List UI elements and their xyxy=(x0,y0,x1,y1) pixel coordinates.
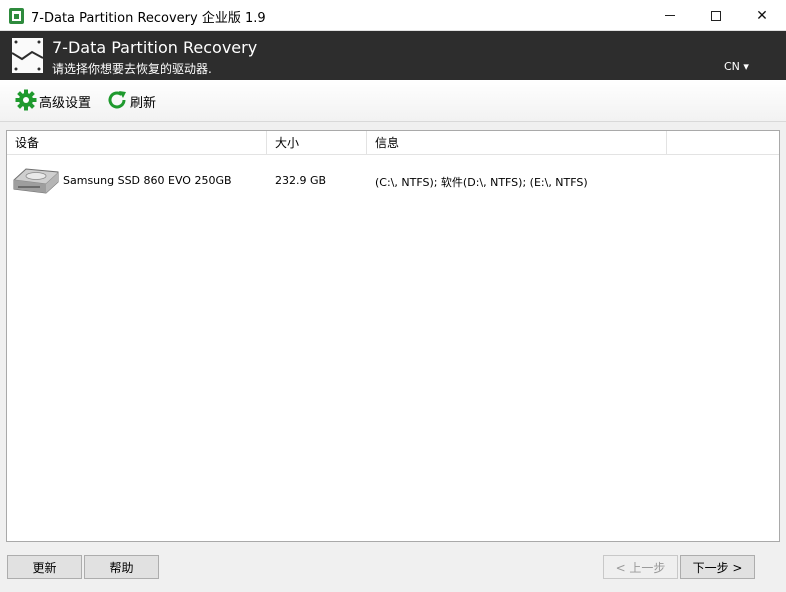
previous-button[interactable]: < 上一步 xyxy=(603,555,678,579)
advanced-settings-label: 高级设置 xyxy=(39,95,92,111)
hard-drive-icon xyxy=(12,166,60,197)
drive-logo-icon xyxy=(12,38,43,73)
title-bar: 7-Data Partition Recovery 企业版 1.9 ✕ xyxy=(0,0,786,31)
header-banner: 7-Data Partition Recovery 请选择你想要去恢复的驱动器.… xyxy=(0,31,786,80)
refresh-icon xyxy=(106,89,128,114)
language-selector[interactable]: CN ▾ xyxy=(724,60,749,73)
help-button[interactable]: 帮助 xyxy=(84,555,159,579)
device-info: (C:\, NTFS); 软件(D:\, NTFS); (E:\, NTFS) xyxy=(375,176,588,189)
column-header-size[interactable]: 大小 xyxy=(267,131,367,155)
refresh-button[interactable]: 刷新 xyxy=(106,89,156,113)
close-button[interactable]: ✕ xyxy=(739,0,785,31)
window-title: 7-Data Partition Recovery 企业版 1.9 xyxy=(31,11,266,26)
toolbar: 高级设置 刷新 xyxy=(0,80,786,122)
maximize-button[interactable] xyxy=(693,0,739,31)
gear-icon xyxy=(15,89,37,114)
app-name: 7-Data Partition Recovery xyxy=(52,38,258,57)
table-row[interactable]: Samsung SSD 860 EVO 250GB 232.9 GB (C:\,… xyxy=(7,155,779,203)
app-icon xyxy=(9,8,24,24)
maximize-icon xyxy=(711,10,721,21)
refresh-label: 刷新 xyxy=(130,95,157,111)
minimize-icon xyxy=(665,15,675,16)
column-header-device[interactable]: 设备 xyxy=(7,131,267,155)
minimize-button[interactable] xyxy=(647,0,693,31)
update-button[interactable]: 更新 xyxy=(7,555,82,579)
device-list[interactable]: 设备 大小 信息 Samsung SSD 860 EVO 250GB 232.9… xyxy=(6,130,780,542)
column-header-empty xyxy=(667,131,779,155)
close-icon: ✕ xyxy=(756,7,768,24)
column-header-info[interactable]: 信息 xyxy=(367,131,667,155)
next-button[interactable]: 下一步 > xyxy=(680,555,755,579)
device-size: 232.9 GB xyxy=(275,174,327,187)
instruction-text: 请选择你想要去恢复的驱动器. xyxy=(52,62,212,76)
device-name: Samsung SSD 860 EVO 250GB xyxy=(63,174,232,187)
advanced-settings-button[interactable]: 高级设置 xyxy=(15,89,91,113)
